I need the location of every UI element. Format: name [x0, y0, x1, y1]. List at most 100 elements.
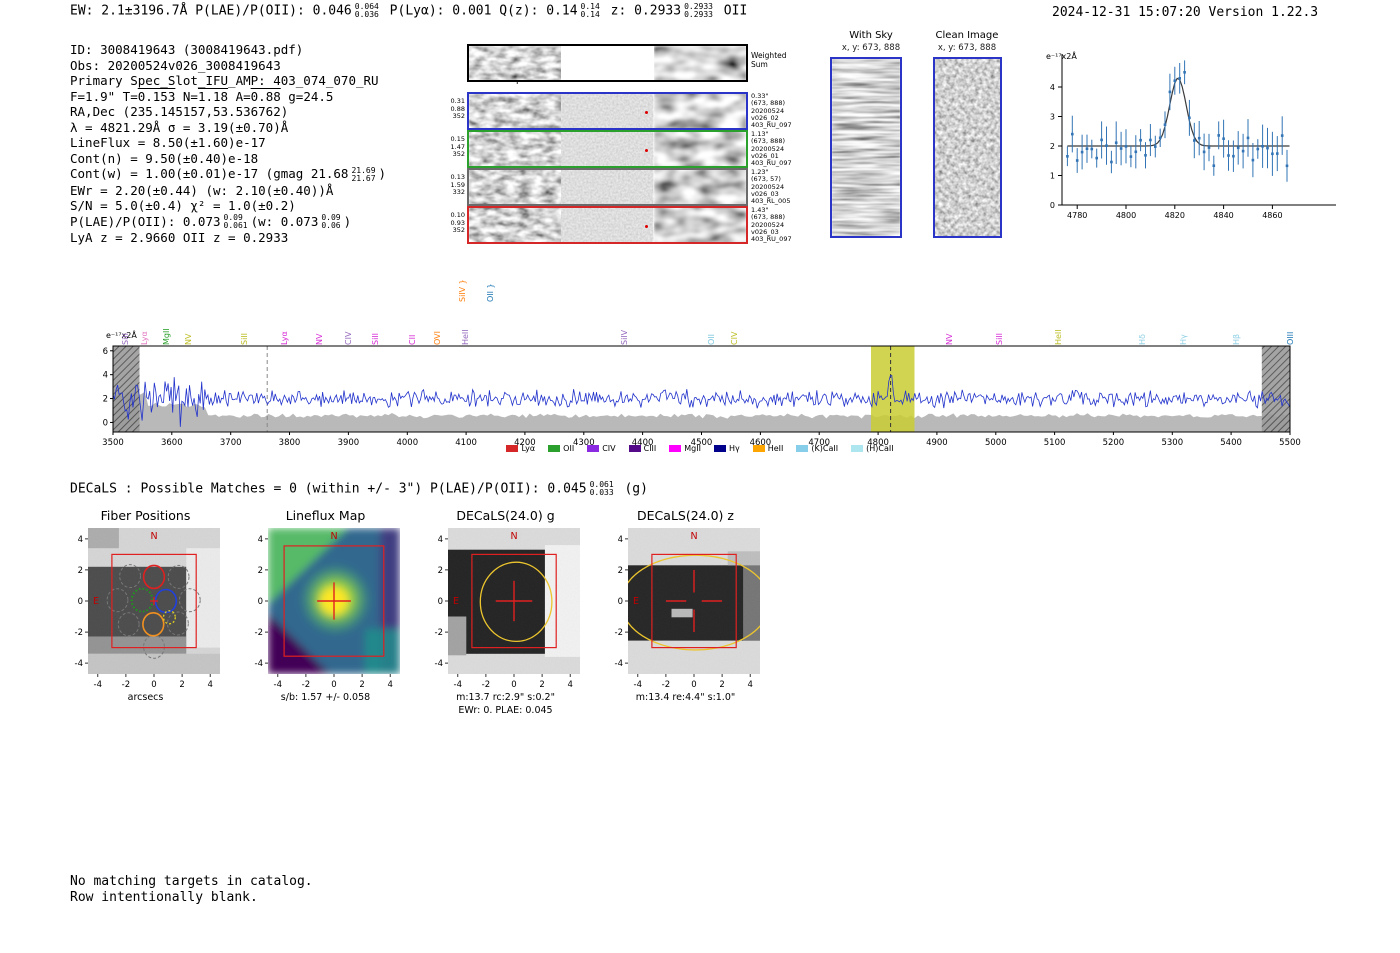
legend-item-ciii: CIII [628, 444, 656, 453]
fiber-id-labels: 1.13" (673, 888) 20200524 v026_01 403_RU_097 [751, 130, 792, 168]
svg-text:0: 0 [691, 680, 696, 690]
spec2d-row [467, 130, 748, 168]
panel-title-fiber: Fiber Positions [100, 508, 191, 523]
svg-text:4840: 4840 [1213, 211, 1233, 220]
svg-text:-4: -4 [274, 680, 282, 690]
svg-text:-2: -2 [615, 628, 623, 638]
svg-text:E: E [453, 596, 459, 607]
info-line: LineFlux = 8.50(±1.60)e-17 [70, 135, 266, 150]
legend-item-oii: OII [548, 444, 574, 453]
legend-item-hcaii: (H)CaII [851, 444, 894, 453]
svg-text:-2: -2 [75, 628, 83, 638]
info-line: F=1.9" T=0.153 N=1.18 A=0.88 g=24.5 [70, 88, 334, 104]
full-spectrum-plot: 02463500 3600 3700 3800 3900 4000 4100 4200 4300… [102, 345, 1301, 448]
info-line: S/N = 5.0(±0.4) χ² = 1.0(±0.2) [70, 198, 296, 213]
svg-text:0: 0 [103, 418, 108, 428]
svg-text:4780: 4780 [1067, 211, 1087, 220]
svg-text:4: 4 [78, 535, 83, 545]
bad-pixel-marker [645, 225, 648, 228]
legend-item-hγ: Hγ [713, 444, 740, 453]
bad-pixel-marker [645, 149, 648, 152]
info-line: ID: 3008419643 (3008419643.pdf) [70, 42, 304, 57]
elixer-report-page: EW: 2.1±3196.7Å P(LAE)/P(OII): 0.046 0.06… [0, 0, 1400, 953]
svg-text:-4: -4 [435, 659, 443, 669]
svg-text:2: 2 [359, 680, 364, 690]
withsky-title: With Sky [849, 30, 893, 41]
legend-swatch [628, 445, 641, 452]
clean-image [933, 57, 1002, 238]
svg-text:2: 2 [1050, 142, 1055, 151]
svg-text:N: N [150, 531, 157, 542]
decals-g-sub-1: m:13.7 rc:2.9" s:0.2" [456, 692, 555, 703]
svg-text:4860: 4860 [1262, 211, 1282, 220]
info-line: Obs: 20200524v026_3008419643 [70, 57, 281, 73]
legend-swatch [548, 445, 561, 452]
fiber-weight-labels: 0.15 1.47 352 [450, 135, 465, 158]
decals-match-line: DECaLS : Possible Matches = 0 (within +/… [70, 480, 648, 497]
svg-text:0: 0 [258, 597, 263, 607]
panel-title-decals-z: DECaLS(24.0) z [637, 508, 734, 523]
clean-title: Clean Image [935, 30, 999, 41]
svg-text:0: 0 [1050, 201, 1055, 210]
svg-text:4800: 4800 [1116, 211, 1136, 220]
legend-item-civ: CIV [587, 444, 616, 453]
spec2d-row [467, 44, 748, 82]
svg-text:-4: -4 [75, 659, 83, 669]
detection-info-block: ID: 3008419643 (3008419643.pdf) Obs: 2020… [70, 42, 386, 246]
legend-swatch [506, 445, 519, 452]
info-line: Primary Spec_Slot_IFU_AMP: 403_074_070_R… [70, 73, 379, 88]
spec2d-cutout-grid: 2D Spec Pixel Flat Smoothed WeightedSum0… [451, 44, 792, 246]
svg-text:0: 0 [511, 680, 516, 690]
svg-text:-4: -4 [454, 680, 462, 690]
svg-text:-2: -2 [482, 680, 490, 690]
svg-text:E: E [633, 596, 639, 607]
svg-text:-2: -2 [662, 680, 670, 690]
lineflux-sub: s/b: 1.57 +/- 0.058 [280, 692, 371, 703]
legend-item-mgii: MgII [669, 444, 701, 453]
svg-text:-2: -2 [122, 680, 130, 690]
svg-text:2: 2 [719, 680, 724, 690]
footer-line-2: Row intentionally blank. [70, 889, 258, 905]
fiber-id-labels: 0.33" (673, 888) 20200524 v026_02 403_RU_097 [751, 92, 792, 130]
svg-text:4: 4 [207, 680, 212, 690]
svg-text:-4: -4 [615, 659, 623, 669]
spec2d-row [467, 206, 748, 244]
decals-z-sub: m:13.4 re:4.4" s:1.0" [635, 692, 736, 703]
svg-text:-2: -2 [302, 680, 310, 690]
legend-swatch [669, 445, 682, 452]
legend-swatch [713, 445, 726, 452]
svg-text:2: 2 [103, 395, 108, 405]
svg-text:4: 4 [258, 535, 263, 545]
svg-text:0: 0 [151, 680, 156, 690]
svg-text:4: 4 [567, 680, 572, 690]
svg-text:0: 0 [618, 597, 623, 607]
decals-g-sub-2: EWr: 0. PLAE: 0.045 [458, 705, 553, 716]
svg-text:3: 3 [1050, 113, 1055, 122]
legend-item-kcaii: (K)CaII [796, 444, 838, 453]
legend-swatch [587, 445, 600, 452]
svg-text:-2: -2 [255, 628, 263, 638]
svg-text:N: N [690, 531, 697, 542]
svg-text:4820: 4820 [1165, 211, 1185, 220]
svg-text:4: 4 [387, 680, 392, 690]
svg-text:1: 1 [1050, 172, 1055, 181]
decals-g-panel: -4 -4 -2 -2 0 0 2 2 4 4 N E [435, 528, 580, 690]
svg-text:2: 2 [539, 680, 544, 690]
bad-pixel-marker [645, 111, 648, 114]
panel-title-decals-g: DECaLS(24.0) g [456, 508, 555, 523]
svg-text:E: E [93, 596, 99, 607]
legend-swatch [796, 445, 809, 452]
fiber-weight-labels: 0.31 0.88 352 [450, 97, 465, 120]
decals-z-panel: -4 -4 -2 -2 0 0 2 2 4 4 N E [615, 528, 760, 690]
fiber-weight-labels: 0.10 0.93 352 [450, 211, 465, 234]
svg-text:2: 2 [618, 566, 623, 576]
svg-text:-4: -4 [634, 680, 642, 690]
svg-text:-4: -4 [94, 680, 102, 690]
svg-text:2: 2 [258, 566, 263, 576]
timestamp-version: 2024-12-31 15:07:20 Version 1.22.3 [1052, 5, 1319, 20]
panel-title-lineflux: Lineflux Map [285, 508, 366, 523]
svg-text:6: 6 [103, 347, 108, 357]
svg-text:N: N [510, 531, 517, 542]
footer-line-1: No matching targets in catalog. [70, 874, 313, 889]
svg-text:0: 0 [438, 597, 443, 607]
